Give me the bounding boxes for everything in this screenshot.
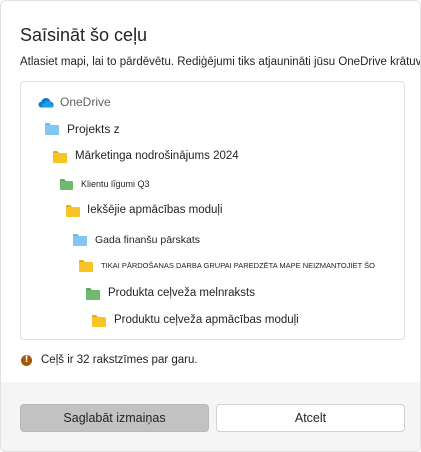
warning-circle-icon: !	[21, 354, 32, 366]
folder-blue-icon	[45, 123, 59, 135]
path-length-warning: ! Ceļš ir 32 rakstzīmes par garu.	[21, 354, 198, 366]
onedrive-cloud-icon	[38, 97, 54, 107]
tree-root-onedrive: OneDrive	[38, 96, 111, 108]
tree-item-label: Projekts z	[67, 122, 120, 136]
tree-item-label: Produktu ceļveža apmācības moduļi	[114, 314, 299, 327]
tree-item-klientu-ligumi[interactable]: Klientu līgumi Q3	[60, 179, 150, 190]
tree-item-produktu-celveza[interactable]: Produktu ceļveža apmācības moduļi	[92, 315, 299, 327]
tree-item-label: Iekšējie apmācības moduļi	[87, 204, 223, 217]
tree-item-projekts-z[interactable]: Projekts z	[45, 123, 120, 135]
folder-yellow-icon	[66, 205, 80, 217]
save-changes-button[interactable]: Saglabāt izmaiņas	[20, 404, 209, 432]
folder-blue-icon	[73, 234, 87, 246]
tree-item-label: Mārketinga nodrošinājums 2024	[75, 150, 239, 163]
tree-item-label: Klientu līgumi Q3	[81, 179, 150, 189]
shorten-path-dialog: Saīsināt šo ceļu Atlasiet mapi, lai to p…	[0, 0, 421, 452]
tree-item-ieksejie[interactable]: Iekšējie apmācības moduļi	[66, 205, 223, 217]
tree-root-label: OneDrive	[60, 95, 111, 109]
dialog-title: Saīsināt šo ceļu	[20, 25, 148, 45]
tree-item-tikai-pardosanas[interactable]: TIKAI PĀRDOŠANAS DARBA GRUPAI PAREDZĒTA …	[79, 260, 375, 272]
tree-item-label: Gada finanšu pārskats	[95, 233, 201, 246]
folder-yellow-icon	[92, 315, 106, 327]
folder-tree: OneDrive Projekts z Mārketinga nodrošinā…	[20, 81, 405, 340]
dialog-footer: Saglabāt izmaiņas Atcelt	[1, 382, 420, 451]
tree-item-produkta-celveza[interactable]: Produkta ceļveža melnraksts	[86, 288, 255, 300]
tree-item-label: TIKAI PĀRDOŠANAS DARBA GRUPAI PAREDZĒTA …	[101, 261, 375, 271]
tree-item-label: Produkta ceļveža melnraksts	[108, 287, 256, 300]
folder-yellow-icon	[53, 151, 67, 163]
folder-green-icon	[60, 179, 73, 190]
warning-text: Ceļš ir 32 rakstzīmes par garu.	[41, 354, 198, 366]
tree-item-marketinga[interactable]: Mārketinga nodrošinājums 2024	[53, 151, 239, 163]
folder-yellow-icon	[79, 260, 93, 272]
folder-green-icon	[86, 288, 100, 300]
tree-item-gada-finansu[interactable]: Gada finanšu pārskats	[73, 234, 200, 246]
dialog-subtitle: Atlasiet mapi, lai to pārdēvētu. Rediģēj…	[20, 56, 421, 68]
cancel-button[interactable]: Atcelt	[216, 404, 405, 432]
